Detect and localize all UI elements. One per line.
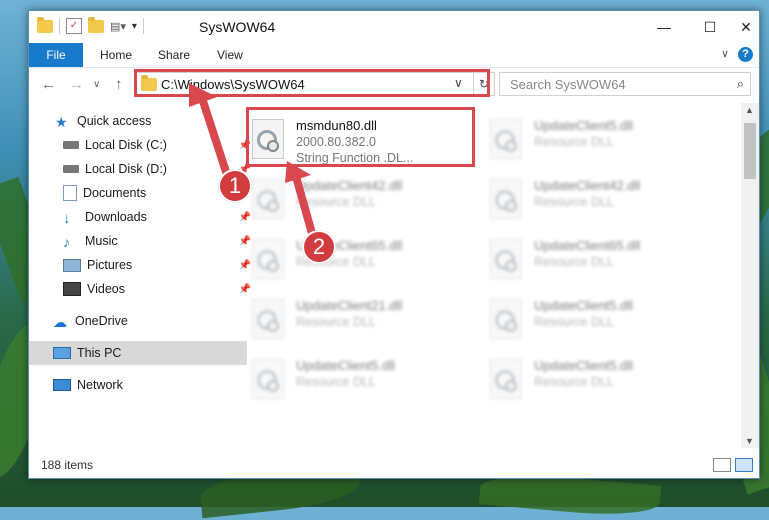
step-marker-1: 1 bbox=[218, 169, 252, 203]
step-marker-2: 2 bbox=[302, 230, 336, 264]
explorer-window: ✓ ▤▾ ▾ SysWOW64 — ☐ ✕ File Home Share Vi… bbox=[28, 10, 760, 479]
annotation-arrows bbox=[189, 83, 317, 241]
